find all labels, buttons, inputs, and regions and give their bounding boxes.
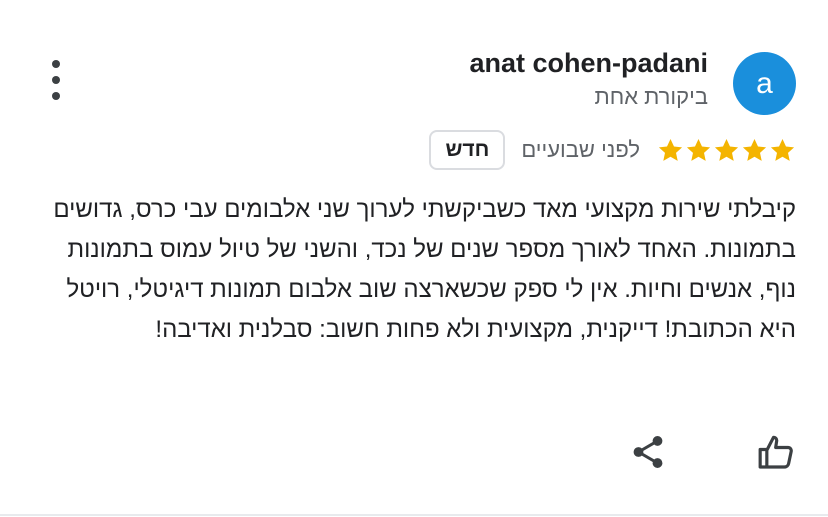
thumbs-up-icon bbox=[758, 435, 793, 469]
star-icon bbox=[686, 138, 711, 161]
author-name[interactable]: anat cohen-padani bbox=[469, 48, 708, 79]
divider bbox=[0, 514, 828, 516]
avatar[interactable]: a bbox=[733, 52, 796, 115]
review-time: לפני שבועיים bbox=[521, 137, 640, 162]
star-icon bbox=[658, 138, 683, 161]
share-button[interactable] bbox=[624, 428, 672, 476]
star-icon bbox=[714, 138, 739, 161]
more-vertical-icon bbox=[52, 60, 60, 68]
star-icon bbox=[742, 138, 767, 161]
star-rating bbox=[656, 137, 796, 164]
more-options-button[interactable] bbox=[44, 60, 68, 100]
share-icon bbox=[633, 436, 663, 468]
author-review-count[interactable]: ביקורת אחת bbox=[595, 84, 708, 110]
like-button[interactable] bbox=[752, 428, 800, 476]
more-vertical-icon-dot bbox=[52, 76, 60, 84]
star-icon bbox=[770, 138, 795, 161]
review-card: a anat cohen-padani ביקורת אחת לפני שבוע… bbox=[0, 0, 828, 517]
review-text: קיבלתי שירות מקצועי מאד כשביקשתי לערוך ש… bbox=[53, 196, 796, 343]
avatar-letter: a bbox=[756, 66, 773, 100]
rating-row: לפני שבועיים חדש bbox=[429, 128, 796, 172]
new-badge: חדש bbox=[429, 130, 506, 170]
more-vertical-icon-dot bbox=[52, 92, 60, 100]
